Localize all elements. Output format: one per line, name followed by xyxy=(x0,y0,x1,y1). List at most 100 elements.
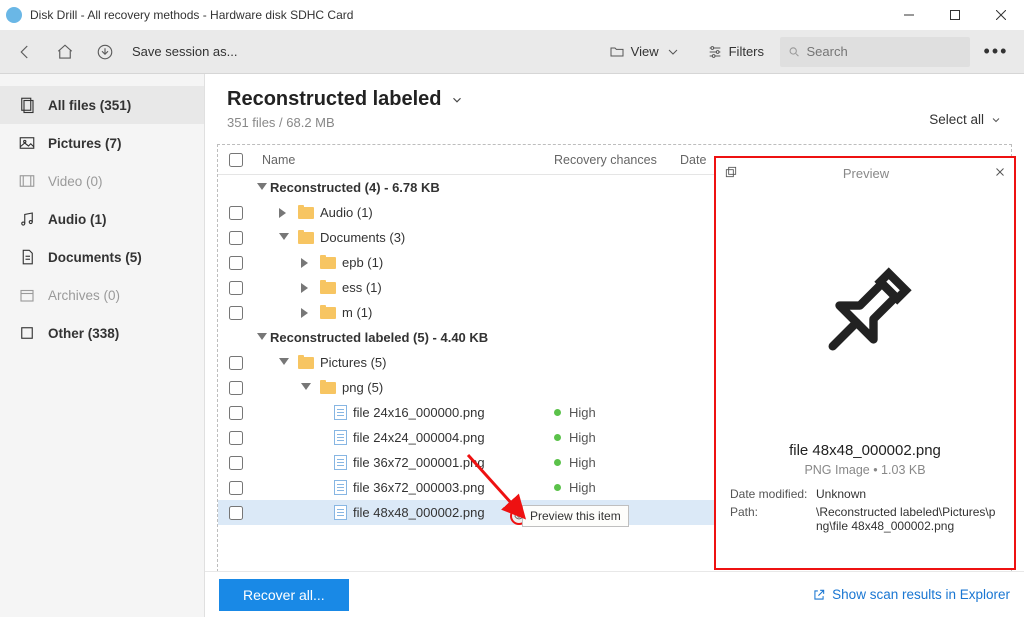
toolbar: Save session as... View Filters ••• xyxy=(0,30,1024,74)
home-button[interactable] xyxy=(48,35,82,69)
row-checkbox[interactable] xyxy=(229,481,243,495)
folder-icon xyxy=(320,257,336,269)
path-label: Path: xyxy=(730,505,816,533)
page-subtitle: 351 files / 68.2 MB xyxy=(227,115,464,130)
sidebar-item-label: Documents (5) xyxy=(48,250,142,265)
sidebar-item-documents[interactable]: Documents (5) xyxy=(0,238,204,276)
sidebar-item-label: Other (338) xyxy=(48,326,119,341)
select-all-checkbox[interactable] xyxy=(229,153,243,167)
column-recovery[interactable]: Recovery chances xyxy=(554,153,680,167)
expand-toggle[interactable] xyxy=(298,308,314,318)
folder-icon xyxy=(298,232,314,244)
filters-label: Filters xyxy=(729,44,764,59)
preview-file-meta: PNG Image • 1.03 KB xyxy=(716,463,1014,477)
file-icon xyxy=(334,405,347,420)
sidebar-item-all-files[interactable]: All files (351) xyxy=(0,86,204,124)
sliders-icon xyxy=(707,44,723,60)
filters-button[interactable]: Filters xyxy=(697,35,774,69)
close-button[interactable] xyxy=(978,0,1024,30)
recover-all-button[interactable]: Recover all... xyxy=(219,579,349,611)
image-icon xyxy=(18,134,36,152)
sidebar-item-label: Pictures (7) xyxy=(48,136,122,151)
document-icon xyxy=(18,248,36,266)
preview-image xyxy=(716,188,1014,440)
music-icon xyxy=(18,210,36,228)
row-checkbox[interactable] xyxy=(229,356,243,370)
folder-icon xyxy=(320,307,336,319)
folder-icon xyxy=(320,282,336,294)
download-icon[interactable] xyxy=(88,35,122,69)
row-checkbox[interactable] xyxy=(229,431,243,445)
view-label: View xyxy=(631,44,659,59)
chevron-down-icon xyxy=(665,44,681,60)
expand-toggle[interactable] xyxy=(276,358,292,368)
sidebar-item-label: Video (0) xyxy=(48,174,103,189)
search-box[interactable] xyxy=(780,37,970,67)
row-checkbox[interactable] xyxy=(229,506,243,520)
footer: Recover all... Show scan results in Expl… xyxy=(205,571,1024,617)
sidebar-item-pictures[interactable]: Pictures (7) xyxy=(0,124,204,162)
app-icon xyxy=(6,7,22,23)
title-bar: Disk Drill - All recovery methods - Hard… xyxy=(0,0,1024,30)
chevron-down-icon xyxy=(990,114,1002,126)
select-all-button[interactable]: Select all xyxy=(929,112,1002,127)
date-modified-label: Date modified: xyxy=(730,487,816,501)
expand-toggle[interactable] xyxy=(298,258,314,268)
sidebar-item-archives[interactable]: Archives (0) xyxy=(0,276,204,314)
file-icon xyxy=(334,505,347,520)
pushpin-icon xyxy=(805,254,925,374)
external-link-icon xyxy=(812,588,826,602)
file-icon xyxy=(334,455,347,470)
row-checkbox[interactable] xyxy=(229,256,243,270)
chevron-down-icon xyxy=(450,93,464,107)
row-checkbox[interactable] xyxy=(229,231,243,245)
view-dropdown[interactable]: View xyxy=(599,35,691,69)
row-checkbox[interactable] xyxy=(229,406,243,420)
tooltip: Preview this item xyxy=(522,505,629,527)
video-icon xyxy=(18,172,36,190)
sidebar: All files (351) Pictures (7) Video (0) A… xyxy=(0,74,205,617)
folder-icon xyxy=(298,207,314,219)
expand-toggle[interactable] xyxy=(276,208,292,218)
sidebar-item-other[interactable]: Other (338) xyxy=(0,314,204,352)
window-title: Disk Drill - All recovery methods - Hard… xyxy=(30,8,353,22)
row-checkbox[interactable] xyxy=(229,381,243,395)
expand-toggle[interactable] xyxy=(254,183,270,193)
save-session-link[interactable]: Save session as... xyxy=(132,44,238,59)
show-in-explorer-link[interactable]: Show scan results in Explorer xyxy=(812,587,1010,602)
row-checkbox[interactable] xyxy=(229,281,243,295)
archive-icon xyxy=(18,286,36,304)
search-input[interactable] xyxy=(807,44,962,59)
sidebar-item-video[interactable]: Video (0) xyxy=(0,162,204,200)
expand-toggle[interactable] xyxy=(298,283,314,293)
preview-panel: Preview file 48x48_000002.png PNG Image … xyxy=(714,156,1016,570)
expand-toggle[interactable] xyxy=(254,333,270,343)
expand-toggle[interactable] xyxy=(276,233,292,243)
path-value: \Reconstructed labeled\Pictures\png\file… xyxy=(816,505,1000,533)
preview-filename: file 48x48_000002.png xyxy=(716,442,1014,459)
page-title[interactable]: Reconstructed labeled xyxy=(227,88,464,111)
column-name[interactable]: Name xyxy=(254,153,554,167)
maximize-button[interactable] xyxy=(932,0,978,30)
status-dot-icon xyxy=(554,459,561,466)
search-icon xyxy=(788,45,801,59)
folder-icon xyxy=(320,382,336,394)
row-checkbox[interactable] xyxy=(229,456,243,470)
preview-title: Preview xyxy=(738,166,994,181)
popout-icon[interactable] xyxy=(724,165,738,182)
status-dot-icon xyxy=(554,484,561,491)
sidebar-item-label: All files (351) xyxy=(48,98,131,113)
row-checkbox[interactable] xyxy=(229,206,243,220)
folder-icon xyxy=(298,357,314,369)
back-button[interactable] xyxy=(8,35,42,69)
close-preview-button[interactable] xyxy=(994,166,1006,181)
row-checkbox[interactable] xyxy=(229,306,243,320)
expand-toggle[interactable] xyxy=(298,383,314,393)
status-dot-icon xyxy=(554,409,561,416)
sidebar-item-label: Archives (0) xyxy=(48,288,120,303)
other-icon xyxy=(18,324,36,342)
minimize-button[interactable] xyxy=(886,0,932,30)
more-menu[interactable]: ••• xyxy=(976,41,1016,62)
sidebar-item-audio[interactable]: Audio (1) xyxy=(0,200,204,238)
file-icon xyxy=(334,480,347,495)
